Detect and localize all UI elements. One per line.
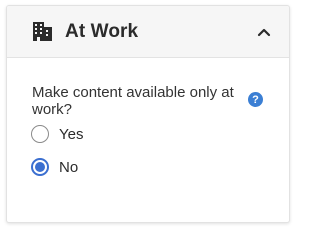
help-icon[interactable]: ? <box>248 92 263 107</box>
radio-label-yes: Yes <box>59 125 84 143</box>
radio-option-yes[interactable]: Yes <box>31 122 289 146</box>
panel-body: Make content available only at work? ? Y… <box>7 58 289 179</box>
radio-group: Yes No <box>31 122 289 179</box>
radio-option-no[interactable]: No <box>31 155 289 179</box>
setting-question: Make content available only at work? <box>32 84 234 118</box>
radio-selected-dot <box>35 162 45 172</box>
chevron-up-icon[interactable] <box>255 23 273 41</box>
panel-header[interactable]: At Work <box>7 6 289 58</box>
at-work-panel: At Work Make content available only at w… <box>6 5 290 223</box>
radio-label-no: No <box>59 158 79 176</box>
radio-button-yes[interactable] <box>31 125 49 143</box>
panel-title: At Work <box>65 20 139 42</box>
building-icon <box>32 21 53 42</box>
radio-button-no[interactable] <box>31 158 49 176</box>
